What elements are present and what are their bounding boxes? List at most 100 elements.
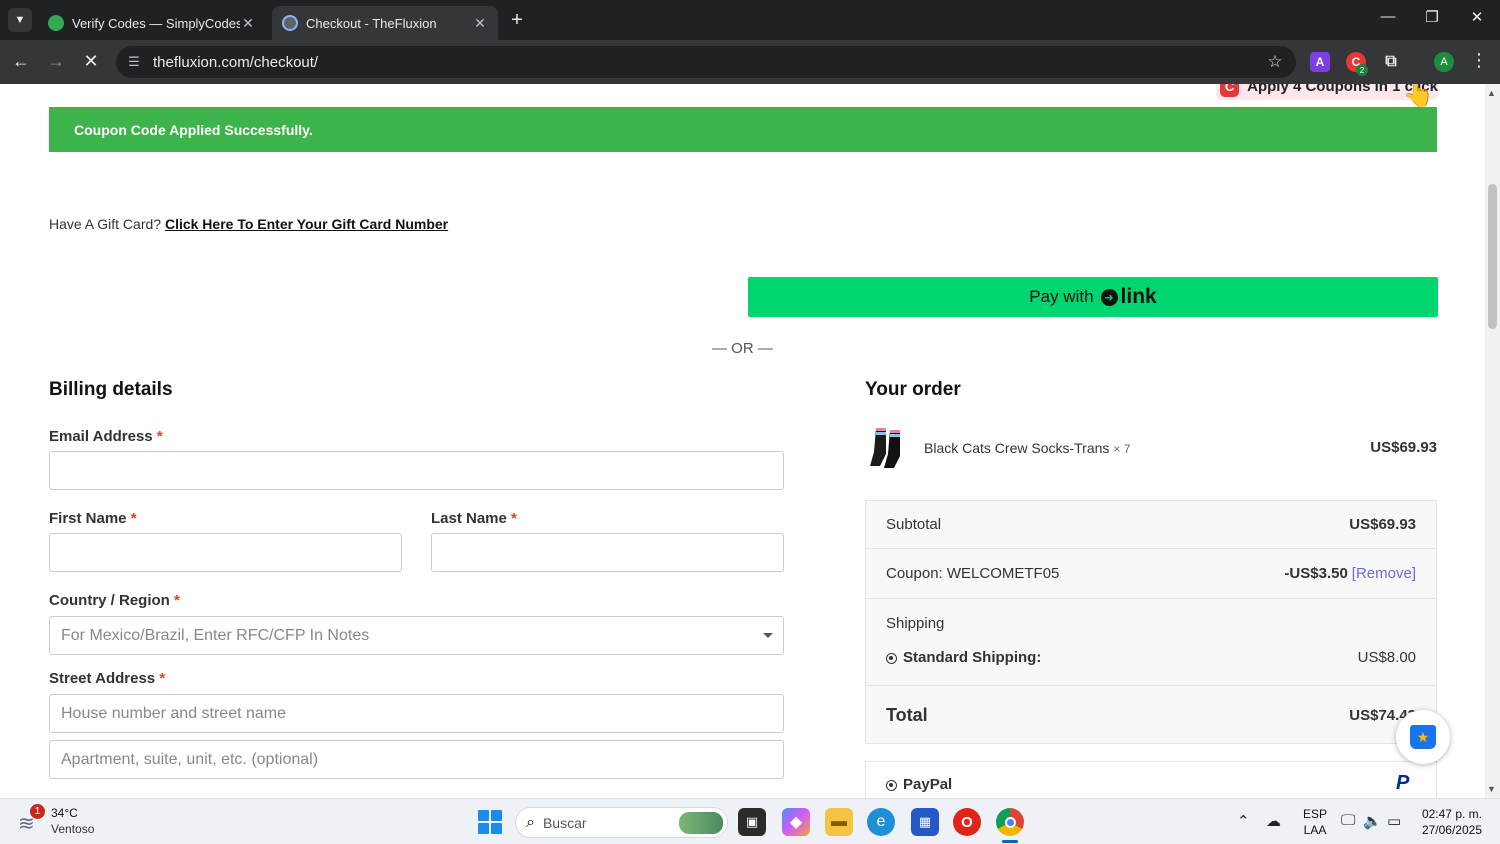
extension-a-icon[interactable]: A [1310, 52, 1330, 72]
forward-button[interactable]: → [44, 51, 68, 72]
street-label: Street Address * [49, 670, 165, 687]
hand-pointer-icon: 👆 [1402, 84, 1435, 108]
required-mark: * [156, 428, 163, 445]
order-totals-table: Subtotal US$69.93 Coupon: WELCOMETF05 -U… [865, 500, 1437, 744]
standard-shipping-option[interactable]: Standard Shipping: [886, 649, 1041, 666]
tab-checkout[interactable]: Checkout - TheFluxion ✕ [272, 6, 498, 40]
stop-loading-button[interactable]: ✕ [79, 51, 103, 72]
remove-coupon-link[interactable]: [Remove] [1352, 565, 1416, 582]
site-info-icon[interactable]: ☰ [124, 54, 144, 70]
product-price: US$69.93 [1370, 439, 1437, 456]
close-window-button[interactable]: ✕ [1462, 8, 1492, 26]
new-tab-button[interactable]: + [506, 9, 528, 32]
file-explorer-icon[interactable]: ▬ [825, 808, 853, 836]
close-icon[interactable]: ✕ [472, 15, 488, 32]
tab-simplycodes[interactable]: Verify Codes — SimplyCodes ✕ [38, 6, 266, 40]
product-quantity: × 7 [1113, 442, 1131, 456]
subtotal-label: Subtotal [886, 516, 942, 533]
url-text[interactable]: thefluxion.com/checkout/ [153, 54, 1262, 71]
taskbar-search[interactable]: ⌕ Buscar [515, 807, 728, 838]
task-view-icon[interactable]: ▣ [738, 808, 766, 836]
pay-with-link-button[interactable]: Pay with ➜ link [748, 277, 1438, 317]
bookmark-star-icon[interactable]: ☆ [1262, 52, 1288, 72]
restore-button[interactable]: ❐ [1417, 8, 1447, 26]
pay-with-text: Pay with [1029, 287, 1094, 306]
page-scrollbar[interactable]: ▲ ▼ [1485, 84, 1500, 798]
last-name-label-text: Last Name [431, 510, 507, 527]
shipping-method-text: Standard Shipping: [903, 649, 1042, 666]
street-address-field[interactable]: House number and street name [49, 694, 784, 733]
coupon-value: -US$3.50 [Remove] [1284, 565, 1416, 582]
paypal-radio[interactable] [886, 779, 897, 791]
volume-icon[interactable]: 🔈 [1363, 812, 1382, 830]
start-button[interactable] [478, 810, 502, 834]
product-name-text: Black Cats Crew Socks-Trans [924, 440, 1110, 456]
shipping-value: US$8.00 [1357, 649, 1416, 666]
microsoft-store-icon[interactable]: ▦ [911, 808, 939, 836]
thefluxion-favicon-icon [282, 15, 298, 31]
address-bar[interactable]: ☰ thefluxion.com/checkout/ ☆ [116, 46, 1296, 78]
edge-icon[interactable]: e [867, 808, 895, 836]
chevron-up-icon[interactable]: ⌃ [1237, 812, 1250, 830]
subtotal-row: Subtotal US$69.93 [866, 501, 1436, 549]
gift-card-question: Have A Gift Card? [49, 216, 162, 232]
notice-message: Coupon Code Applied Successfully. [74, 121, 313, 138]
shipping-radio[interactable] [886, 652, 897, 664]
first-name-label: First Name * [49, 510, 137, 527]
email-label: Email Address * [49, 428, 163, 445]
system-clock[interactable]: 02:47 p. m. 27/06/2025 [1418, 806, 1482, 838]
scrollbar-thumb[interactable] [1488, 184, 1497, 329]
apartment-field[interactable]: Apartment, suite, unit, etc. (optional) [49, 740, 784, 779]
scroll-up-icon[interactable]: ▲ [1487, 88, 1496, 98]
network-icon[interactable]: 🖵 [1341, 812, 1355, 829]
extensions-puzzle-icon[interactable]: ⧉ [1381, 52, 1401, 72]
dropdown-arrow-icon [763, 633, 773, 638]
back-button[interactable]: ← [9, 51, 33, 72]
search-placeholder: Buscar [542, 814, 587, 831]
paypal-logo-icon: P [1396, 772, 1410, 794]
clock-time: 02:47 p. m. [1421, 807, 1482, 821]
shopping-extension-button[interactable]: ★ [1396, 710, 1450, 764]
link-brand-text: link [1120, 285, 1157, 308]
search-highlight-image [679, 812, 723, 834]
country-select[interactable]: For Mexico/Brazil, Enter RFC/CFP In Note… [49, 616, 784, 655]
or-divider: — OR — [712, 340, 773, 357]
simplycodes-apply-coupons-popup[interactable]: C Apply 4 Coupons in 1 click 👆 [1216, 84, 1438, 108]
required-mark: * [159, 670, 166, 687]
weather-description[interactable]: Ventoso [51, 822, 94, 836]
chrome-icon[interactable] [996, 808, 1024, 836]
coupon-success-notice: Coupon Code Applied Successfully. [49, 107, 1437, 152]
simplycodes-favicon-icon [48, 15, 64, 31]
page-viewport: Coupon Code Applied Successfully. C Appl… [0, 84, 1485, 798]
clock-date: 27/06/2025 [1421, 823, 1482, 837]
weather-temperature[interactable]: 34°C [51, 806, 78, 820]
email-field[interactable] [49, 451, 784, 490]
minimize-button[interactable]: — [1373, 8, 1403, 25]
tab-title: Checkout - TheFluxion [306, 15, 437, 31]
copilot-icon[interactable]: ◆ [782, 808, 810, 836]
first-name-field[interactable] [49, 533, 402, 572]
coupon-label: Coupon: WELCOMETF05 [886, 565, 1060, 582]
active-app-indicator [1002, 840, 1018, 843]
extension-a-letter: A [1315, 55, 1325, 69]
opera-icon[interactable]: O [953, 808, 981, 836]
order-heading: Your order [865, 379, 961, 400]
language-indicator[interactable]: ESP LAA [1303, 806, 1327, 838]
shopping-bag-icon: ★ [1410, 725, 1436, 749]
last-name-field[interactable] [431, 533, 784, 572]
scroll-down-icon[interactable]: ▼ [1487, 784, 1496, 794]
total-row: Total US$74.43 [866, 686, 1436, 743]
profile-avatar[interactable]: A [1434, 52, 1454, 72]
chevron-down-icon: ▼ [14, 14, 26, 26]
battery-icon[interactable]: ▭ [1387, 812, 1401, 830]
gift-card-link[interactable]: Click Here To Enter Your Gift Card Numbe… [165, 216, 448, 232]
close-icon[interactable]: ✕ [240, 15, 256, 32]
browser-menu-icon[interactable]: ⋮ [1470, 50, 1488, 71]
paypal-payment-option[interactable]: PayPal P [865, 761, 1437, 798]
browser-toolbar: ← → ✕ ☰ thefluxion.com/checkout/ ☆ A C ⧉… [0, 40, 1500, 84]
onedrive-offline-icon[interactable]: ☁ [1266, 812, 1281, 830]
required-mark: * [130, 510, 137, 527]
paypal-option[interactable]: PayPal [886, 776, 952, 793]
tab-search-button[interactable]: ▼ [8, 8, 32, 32]
street-placeholder: House number and street name [61, 704, 287, 722]
